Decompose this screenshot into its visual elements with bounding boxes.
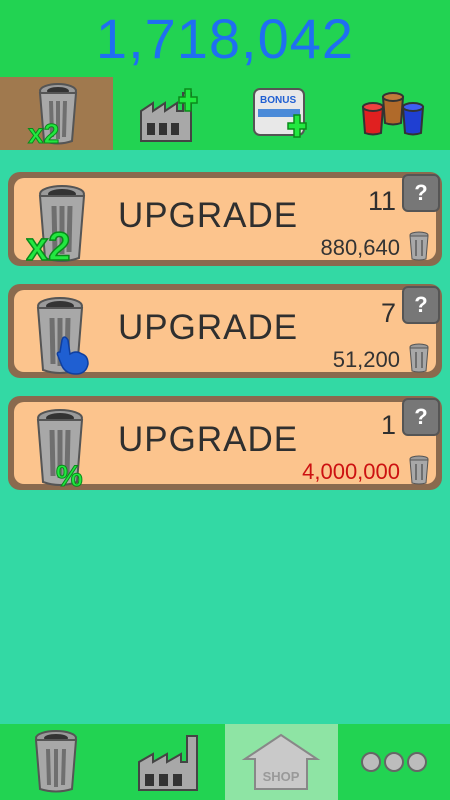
more-dots-icon (360, 752, 427, 772)
upgrade-card-multiplier[interactable]: x2 UPGRADE 11 880,640 ? (8, 172, 442, 266)
nav-more[interactable] (338, 724, 450, 800)
upgrade-title: UPGRADE (118, 196, 299, 235)
upgrade-card-body: x2 UPGRADE 11 880,640 ? (14, 174, 440, 266)
trash-can-icon (409, 343, 429, 373)
trash-can-icon (409, 455, 429, 485)
upgrade-title: UPGRADE (118, 308, 299, 347)
upgrade-title: UPGRADE (118, 420, 299, 459)
bottom-navigation: SHOP (0, 724, 450, 800)
factory-icon (137, 735, 198, 791)
upgrade-cost: 51,200 (332, 347, 400, 372)
help-button[interactable]: ? (402, 286, 440, 324)
tab-factory-plus[interactable] (113, 77, 226, 150)
tab-bonus-plus[interactable]: BONUS (225, 77, 338, 150)
svg-text:%: % (56, 460, 83, 490)
trash-can-x2-icon: x2 (26, 185, 86, 266)
svg-text:SHOP: SHOP (263, 769, 300, 784)
trash-can-percent-icon: % (36, 409, 83, 490)
tab-multiplier-upgrades[interactable]: x2 (0, 77, 113, 150)
upgrade-level: 1 (380, 410, 396, 440)
svg-text:x2: x2 (28, 118, 59, 147)
category-tabs: x2 BONUS (0, 77, 450, 150)
trash-can-x2-icon: x2 (28, 82, 78, 147)
upgrade-card-body: % UPGRADE 1 4,000,000 ? (14, 398, 440, 490)
trash-can-icon (35, 730, 78, 793)
colored-cans-icon (361, 91, 424, 135)
nav-shop[interactable]: SHOP (225, 724, 338, 800)
nav-trash-can[interactable] (0, 724, 113, 800)
svg-text:BONUS: BONUS (260, 95, 296, 106)
upgrade-level: 7 (380, 298, 396, 328)
upgrade-level: 11 (367, 186, 396, 216)
upgrade-cost: 880,640 (320, 235, 400, 260)
score-bar: 1,718,042 (0, 0, 450, 77)
trash-can-icon (409, 231, 429, 261)
help-button[interactable]: ? (402, 398, 440, 436)
shop-house-icon: SHOP (241, 733, 321, 790)
upgrade-cost: 4,000,000 (302, 459, 400, 484)
upgrade-card-body: UPGRADE 7 51,200 ? (14, 286, 440, 375)
bonus-card-plus-icon: BONUS (253, 87, 307, 138)
score-display: 1,718,042 (95, 7, 355, 70)
nav-factory[interactable] (113, 724, 226, 800)
trash-can-tap-icon (36, 297, 89, 375)
svg-text:x2: x2 (26, 225, 71, 266)
factory-plus-icon (139, 87, 198, 142)
upgrade-card-percent[interactable]: % UPGRADE 1 4,000,000 ? (8, 396, 442, 490)
help-button[interactable]: ? (402, 174, 440, 212)
tab-colored-cans[interactable] (338, 77, 450, 150)
upgrade-card-tap[interactable]: UPGRADE 7 51,200 ? (8, 284, 442, 378)
